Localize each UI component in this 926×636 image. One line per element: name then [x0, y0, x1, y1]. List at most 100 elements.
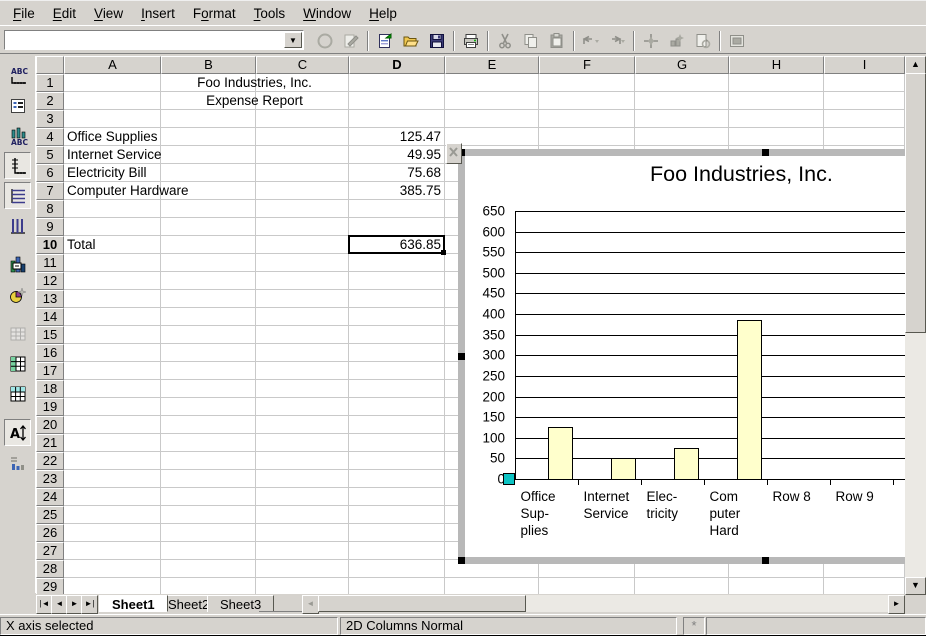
- row-header-11[interactable]: 11: [36, 254, 64, 272]
- gallery-button[interactable]: [665, 30, 689, 52]
- row-header-18[interactable]: 18: [36, 380, 64, 398]
- hscroll-right-button[interactable]: ►: [888, 595, 905, 614]
- x-axis-selected-handle[interactable]: [503, 473, 515, 485]
- row-header-9[interactable]: 9: [36, 218, 64, 236]
- row-header-8[interactable]: 8: [36, 200, 64, 218]
- cell-A7[interactable]: Computer Hardware: [67, 182, 157, 200]
- redo-button[interactable]: [605, 30, 629, 52]
- chart-vertical-grid-on-off-button[interactable]: [4, 212, 31, 239]
- open-folder-button[interactable]: [399, 30, 423, 52]
- menu-format[interactable]: Format: [184, 4, 245, 23]
- row-header-25[interactable]: 25: [36, 506, 64, 524]
- stop-button[interactable]: [313, 30, 337, 52]
- row-header-5[interactable]: 5: [36, 146, 64, 164]
- column-header-D[interactable]: D: [349, 56, 445, 74]
- chart-axes-titles-on-off-button[interactable]: ABC: [4, 122, 31, 149]
- chart-autoformat-button[interactable]: [4, 281, 31, 308]
- hscroll-left-button[interactable]: ◄: [302, 595, 319, 614]
- chart-bar-computer-hardware[interactable]: [737, 320, 762, 480]
- embedded-chart[interactable]: Foo Industries, Inc.05010015020025030035…: [458, 149, 905, 564]
- save-button[interactable]: [425, 30, 449, 52]
- row-header-19[interactable]: 19: [36, 398, 64, 416]
- cell-A4[interactable]: Office Supplies: [67, 128, 157, 146]
- row-header-13[interactable]: 13: [36, 290, 64, 308]
- row-header-7[interactable]: 7: [36, 182, 64, 200]
- row-header-23[interactable]: 23: [36, 470, 64, 488]
- chart-axes-descriptions-on-off-button[interactable]: [4, 152, 31, 179]
- cell-B2[interactable]: Expense Report: [164, 92, 345, 110]
- row-header-24[interactable]: 24: [36, 488, 64, 506]
- url-combobox[interactable]: ▼: [4, 30, 304, 50]
- row-header-21[interactable]: 21: [36, 434, 64, 452]
- hscroll-thumb[interactable]: [318, 595, 526, 612]
- row-header-2[interactable]: 2: [36, 92, 64, 110]
- row-header-16[interactable]: 16: [36, 344, 64, 362]
- cell-D5[interactable]: 49.95: [352, 146, 441, 164]
- chart-reorganize-button[interactable]: [4, 449, 31, 476]
- column-header-G[interactable]: G: [635, 56, 729, 74]
- chart-horizontal-grid-on-off-button[interactable]: [4, 182, 31, 209]
- chart-data-in-rows-button[interactable]: [4, 350, 31, 377]
- row-header-20[interactable]: 20: [36, 416, 64, 434]
- column-header-I[interactable]: I: [824, 56, 905, 74]
- cut-button[interactable]: [493, 30, 517, 52]
- column-header-H[interactable]: H: [729, 56, 824, 74]
- row-header-17[interactable]: 17: [36, 362, 64, 380]
- cell-D6[interactable]: 75.68: [352, 164, 441, 182]
- cell-A5[interactable]: Internet Service: [67, 146, 157, 164]
- row-header-6[interactable]: 6: [36, 164, 64, 182]
- selected-cell-border[interactable]: [348, 235, 445, 254]
- column-header-E[interactable]: E: [445, 56, 539, 74]
- row-header-10[interactable]: 10: [36, 236, 64, 254]
- row-header-15[interactable]: 15: [36, 326, 64, 344]
- menu-view[interactable]: View: [85, 4, 132, 23]
- undo-button[interactable]: [579, 30, 603, 52]
- row-header-4[interactable]: 4: [36, 128, 64, 146]
- sheet-tab-sheet1[interactable]: Sheet1: [99, 595, 168, 612]
- selection-fill-handle[interactable]: [441, 250, 446, 255]
- chart-legend-on-off-button[interactable]: [4, 92, 31, 119]
- chart-selection-handle[interactable]: [762, 557, 769, 564]
- cell-B1[interactable]: Foo Industries, Inc.: [164, 74, 345, 92]
- vscroll-thumb[interactable]: [905, 73, 926, 333]
- chart-bar-internet-service[interactable]: [611, 458, 636, 480]
- x-axis-line[interactable]: [515, 479, 905, 480]
- chart-bar-office-supplies[interactable]: [548, 427, 573, 480]
- scroll-up-button[interactable]: ▲: [905, 56, 926, 74]
- chart-edit-type-button[interactable]: [4, 251, 31, 278]
- chart-scale-text-button[interactable]: A: [4, 419, 31, 446]
- row-header-1[interactable]: 1: [36, 74, 64, 92]
- cell-D7[interactable]: 385.75: [352, 182, 441, 200]
- column-header-F[interactable]: F: [539, 56, 635, 74]
- url-combobox-field[interactable]: [6, 32, 286, 48]
- cell-A6[interactable]: Electricity Bill: [67, 164, 157, 182]
- row-header-27[interactable]: 27: [36, 542, 64, 560]
- row-header-28[interactable]: 28: [36, 560, 64, 578]
- menu-help[interactable]: Help: [360, 4, 406, 23]
- chart-anchor-button[interactable]: [446, 143, 462, 164]
- menu-tools[interactable]: Tools: [245, 4, 295, 23]
- chart-selection-handle[interactable]: [458, 557, 465, 564]
- chart-titles-on-off-button[interactable]: ABC: [4, 62, 31, 89]
- navigator-button[interactable]: [639, 30, 663, 52]
- cell-D4[interactable]: 125.47: [352, 128, 441, 146]
- chart-data-table-button[interactable]: [4, 320, 31, 347]
- menu-window[interactable]: Window: [294, 4, 360, 23]
- print-button[interactable]: [459, 30, 483, 52]
- menu-edit[interactable]: Edit: [44, 4, 85, 23]
- edit-document-button[interactable]: [339, 30, 363, 52]
- refresh-document-button[interactable]: [691, 30, 715, 52]
- row-header-26[interactable]: 26: [36, 524, 64, 542]
- insert-frame-button[interactable]: [725, 30, 749, 52]
- column-header-C[interactable]: C: [256, 56, 349, 74]
- row-header-12[interactable]: 12: [36, 272, 64, 290]
- vertical-scrollbar[interactable]: ▲▼: [905, 56, 926, 594]
- row-header-29[interactable]: 29: [36, 578, 64, 594]
- row-header-3[interactable]: 3: [36, 110, 64, 128]
- row-header-14[interactable]: 14: [36, 308, 64, 326]
- combobox-dropdown-icon[interactable]: ▼: [284, 32, 302, 48]
- sheet-nav-last-button[interactable]: ►|: [81, 595, 98, 614]
- cell-A10[interactable]: Total: [67, 236, 157, 254]
- chart-selection-handle[interactable]: [762, 149, 769, 156]
- sheet-tab-sheet3[interactable]: Sheet3: [207, 595, 274, 612]
